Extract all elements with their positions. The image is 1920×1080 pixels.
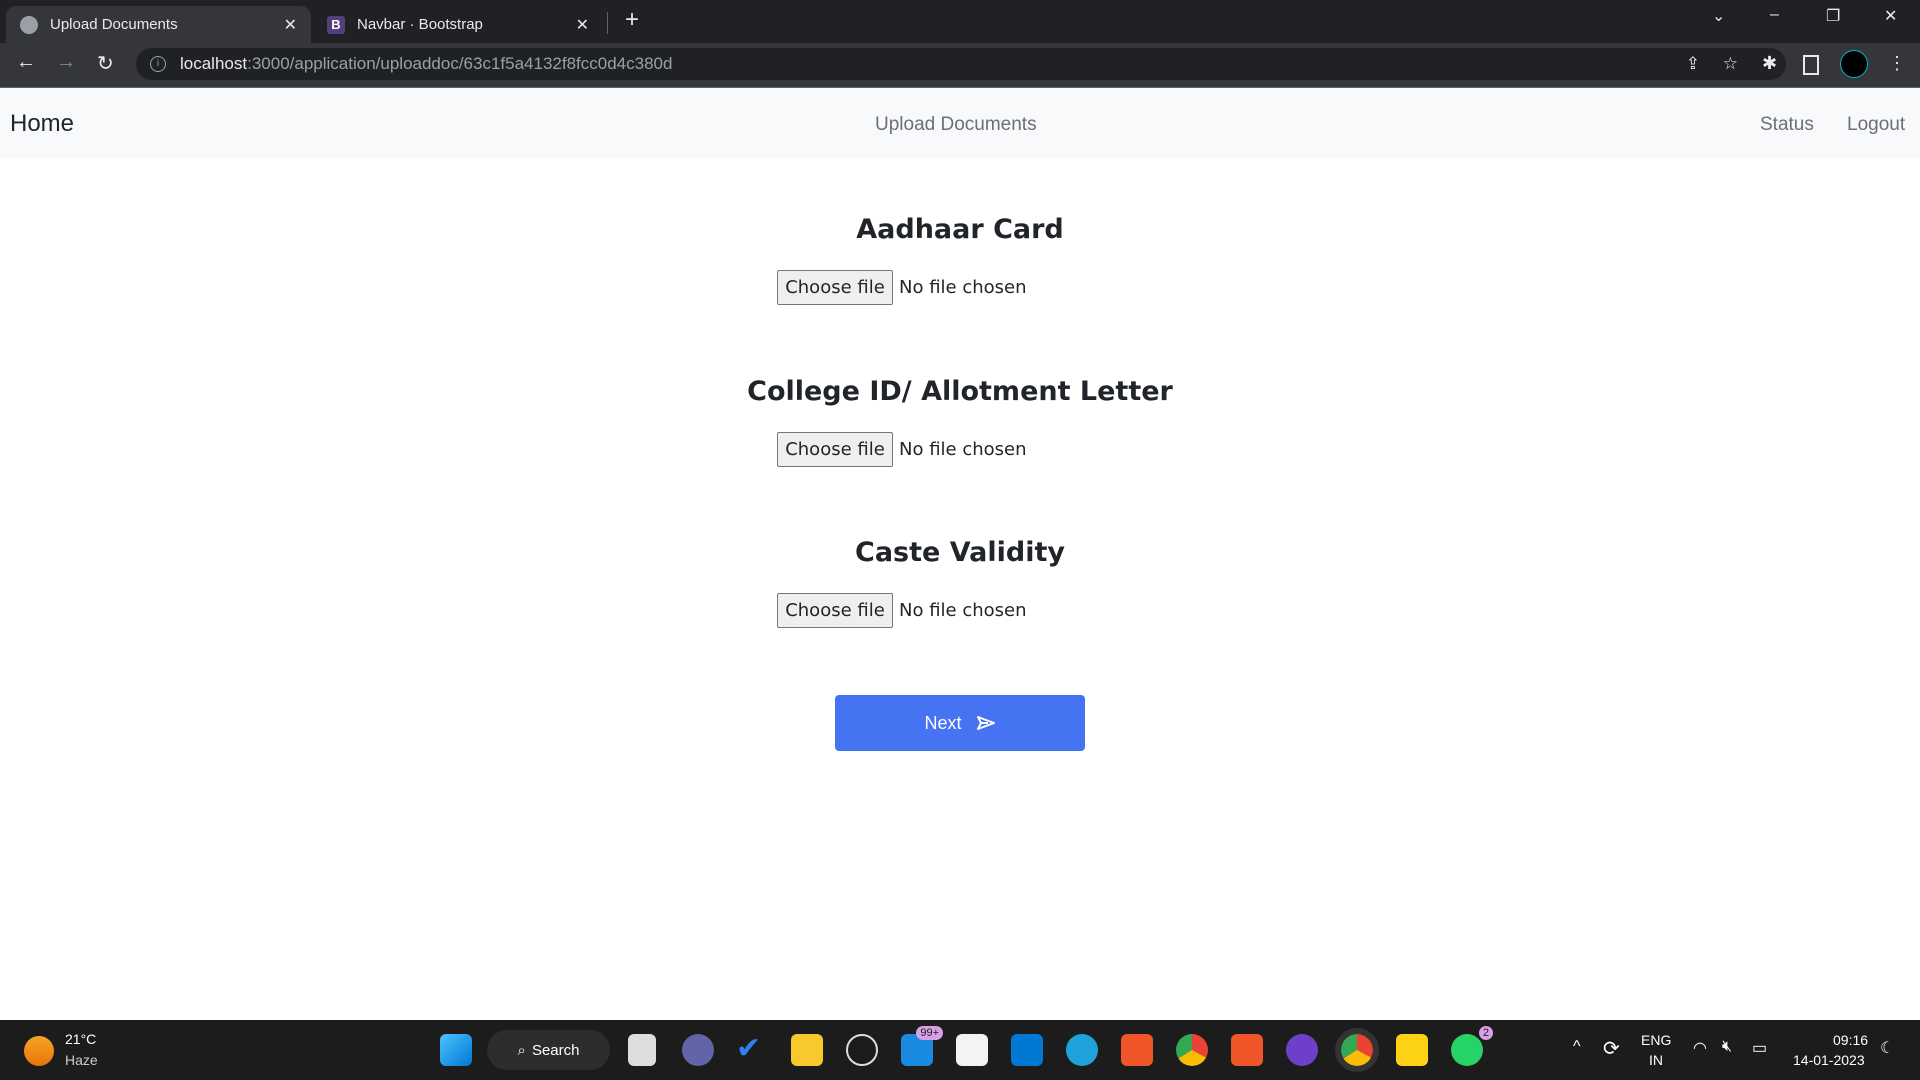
profile-avatar[interactable] <box>1840 50 1868 78</box>
whatsapp-icon[interactable]: 2 <box>1451 1026 1493 1066</box>
chrome-active-icon[interactable] <box>1335 1028 1379 1072</box>
menu-icon[interactable]: ⋮ <box>1888 53 1906 74</box>
tab-title: Navbar · Bootstrap <box>357 16 483 33</box>
weather-condition: Haze <box>65 1052 98 1068</box>
mail-badge: 99+ <box>916 1026 943 1040</box>
close-tab-icon[interactable]: ✕ <box>284 15 297 35</box>
github-desktop-icon[interactable] <box>1286 1034 1318 1066</box>
todo-icon[interactable]: ✔ <box>736 1034 768 1066</box>
caste-validity-file-input[interactable]: Choose file No file chosen <box>777 593 1027 628</box>
section-title: College ID/ Allotment Letter <box>747 376 1173 407</box>
status-link[interactable]: Status <box>1760 114 1814 136</box>
choose-file-button[interactable]: Choose file <box>777 432 893 467</box>
forward-icon[interactable]: → <box>56 51 76 74</box>
windows-taskbar: 21°C Haze ⌕ Search ✔ 99+ 2 ^ ⟳ ENG IN ◠ 🔇… <box>0 1020 1920 1080</box>
focus-moon-icon[interactable]: ☾ <box>1880 1038 1894 1058</box>
url-host: localhost <box>180 54 248 73</box>
tab-navbar-bootstrap[interactable]: B Navbar · Bootstrap ✕ <box>313 6 603 43</box>
site-info-icon[interactable]: i <box>150 56 166 72</box>
next-label: Next <box>924 712 962 733</box>
extensions-icon[interactable]: ✱ <box>1762 53 1777 74</box>
minimize-button[interactable]: – <box>1770 6 1779 24</box>
aadhaar-section: Aadhaar Card Choose file No file chosen <box>0 214 1920 305</box>
tab-separator <box>607 12 608 34</box>
brave-profile-icon[interactable] <box>1231 1034 1263 1066</box>
file-status: No file chosen <box>899 277 1027 298</box>
send-icon <box>976 716 995 730</box>
file-status: No file chosen <box>899 600 1027 621</box>
new-tab-button[interactable]: + <box>625 6 639 34</box>
battery-icon[interactable]: ▭ <box>1752 1038 1767 1058</box>
tab-search-icon[interactable]: ⌄ <box>1712 6 1725 26</box>
sync-icon[interactable]: ⟳ <box>1603 1036 1620 1061</box>
file-status: No file chosen <box>899 439 1027 460</box>
sticky-notes-icon[interactable] <box>1396 1034 1428 1066</box>
task-view-icon[interactable] <box>628 1034 656 1066</box>
college-id-file-input[interactable]: Choose file No file chosen <box>777 432 1027 467</box>
clock-time[interactable]: 09:16 <box>1833 1032 1868 1048</box>
tab-title: Upload Documents <box>50 16 178 33</box>
teams-chat-icon[interactable] <box>682 1034 714 1066</box>
browser-toolbar: ← → ↻ i localhost:3000/application/uploa… <box>0 43 1920 88</box>
bootstrap-icon: B <box>327 15 345 34</box>
address-bar[interactable]: i localhost:3000/application/uploaddoc/6… <box>136 48 1786 80</box>
clock-date[interactable]: 14-01-2023 <box>1793 1052 1865 1068</box>
windows-start-icon[interactable] <box>440 1034 472 1066</box>
edge-icon[interactable] <box>1066 1034 1098 1066</box>
share-icon[interactable]: ⇪ <box>1686 54 1700 74</box>
file-explorer-icon[interactable] <box>791 1034 823 1066</box>
dell-icon[interactable] <box>846 1034 878 1066</box>
back-icon[interactable]: ← <box>16 51 36 74</box>
choose-file-button[interactable]: Choose file <box>777 270 893 305</box>
microsoft-store-icon[interactable] <box>956 1034 988 1066</box>
browser-tab-bar: Upload Documents ✕ B Navbar · Bootstrap … <box>0 0 1920 43</box>
input-language[interactable]: ENG <box>1641 1032 1671 1048</box>
logout-link[interactable]: Logout <box>1847 114 1905 136</box>
taskbar-search[interactable]: ⌕ Search <box>487 1030 610 1070</box>
input-region[interactable]: IN <box>1649 1052 1663 1068</box>
side-panel-icon[interactable] <box>1803 55 1819 75</box>
weather-icon[interactable] <box>24 1036 54 1066</box>
restore-button[interactable]: ❐ <box>1826 6 1840 26</box>
college-id-section: College ID/ Allotment Letter Choose file… <box>0 376 1920 467</box>
tab-upload-documents[interactable]: Upload Documents ✕ <box>6 6 311 43</box>
bookmark-star-icon[interactable]: ☆ <box>1723 54 1738 74</box>
next-button[interactable]: Next <box>835 695 1085 751</box>
caste-validity-section: Caste Validity Choose file No file chose… <box>0 537 1920 628</box>
volume-muted-icon[interactable]: 🔇︎ <box>1722 1038 1732 1056</box>
section-title: Aadhaar Card <box>856 214 1064 245</box>
section-title: Caste Validity <box>855 537 1065 568</box>
aadhaar-file-input[interactable]: Choose file No file chosen <box>777 270 1027 305</box>
wifi-icon[interactable]: ◠ <box>1693 1038 1707 1058</box>
mail-icon[interactable]: 99+ <box>901 1026 943 1066</box>
choose-file-button[interactable]: Choose file <box>777 593 893 628</box>
search-label: Search <box>531 1041 580 1059</box>
close-window-button[interactable]: ✕ <box>1884 6 1897 26</box>
url-path: :3000/application/uploaddoc/63c1f5a4132f… <box>247 54 673 73</box>
close-tab-icon[interactable]: ✕ <box>576 15 589 35</box>
site-navbar: Home Upload Documents Status Logout <box>0 88 1920 158</box>
show-hidden-icons[interactable]: ^ <box>1573 1038 1581 1056</box>
globe-icon <box>20 15 38 34</box>
home-link[interactable]: Home <box>10 110 74 138</box>
reload-icon[interactable]: ↻ <box>97 51 114 76</box>
chrome-icon[interactable] <box>1176 1034 1208 1066</box>
whatsapp-badge: 2 <box>1478 1026 1493 1040</box>
brave-icon[interactable] <box>1121 1034 1153 1066</box>
vscode-icon[interactable] <box>1011 1034 1043 1066</box>
search-icon: ⌕ <box>517 1041 526 1059</box>
weather-temp: 21°C <box>65 1031 97 1047</box>
upload-documents-link[interactable]: Upload Documents <box>875 114 1037 136</box>
